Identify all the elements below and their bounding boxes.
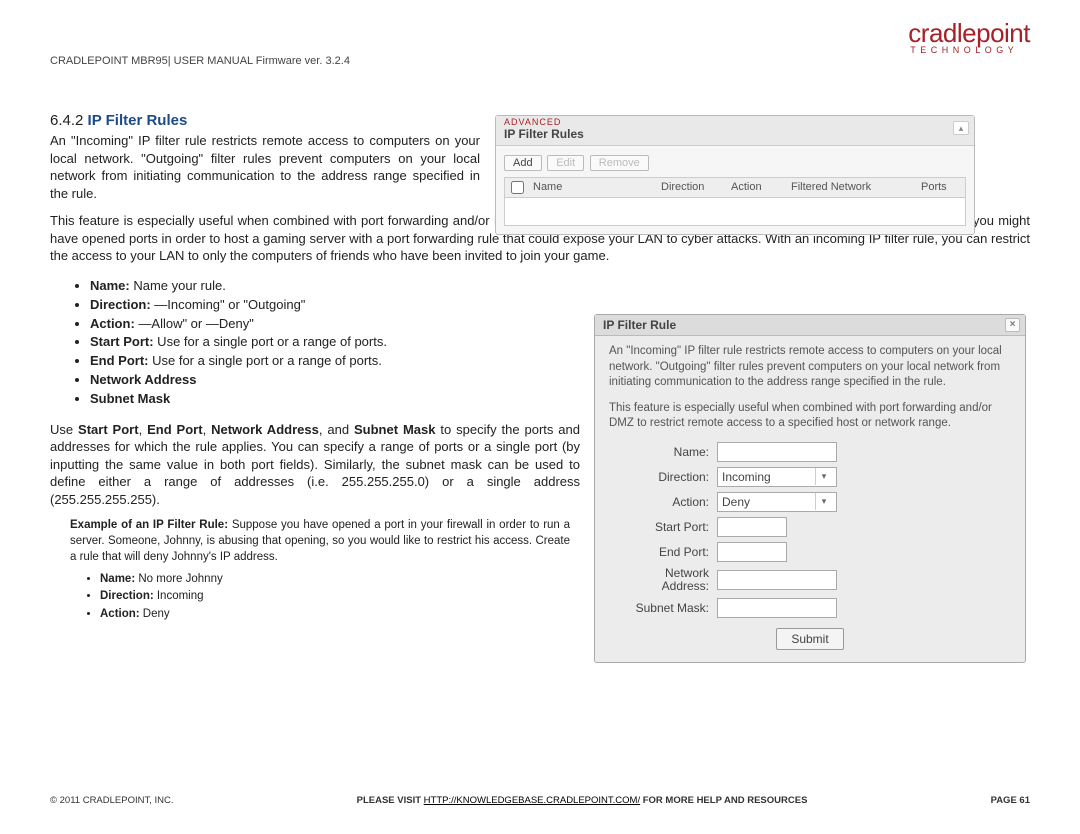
chevron-down-icon: ▾ bbox=[815, 468, 832, 485]
start-port-input[interactable] bbox=[717, 517, 787, 537]
col-name: Name bbox=[527, 178, 655, 197]
form-row-action: Action: Deny ▾ bbox=[609, 492, 1011, 512]
list-item: Name: Name your rule. bbox=[90, 277, 590, 296]
list-item: Start Port: Use for a single port or a r… bbox=[90, 333, 590, 352]
toolbar: Add Edit Remove bbox=[504, 154, 966, 171]
panel-body: Add Edit Remove Name Direction Action Fi… bbox=[496, 146, 974, 234]
action-label: Action: bbox=[609, 495, 709, 509]
remove-button[interactable]: Remove bbox=[590, 155, 649, 171]
direction-label: Direction: bbox=[609, 470, 709, 484]
footer-copyright: © 2011 CRADLEPOINT, INC. bbox=[50, 795, 174, 806]
subnet-mask-input[interactable] bbox=[717, 598, 837, 618]
advanced-label: ADVANCED bbox=[504, 117, 966, 127]
col-direction: Direction bbox=[655, 178, 725, 197]
table-header: Name Direction Action Filtered Network P… bbox=[504, 177, 966, 198]
close-icon[interactable]: × bbox=[1005, 318, 1020, 332]
checkbox-header bbox=[505, 178, 527, 197]
dialog-title: IP Filter Rule bbox=[603, 318, 676, 332]
col-network: Filtered Network bbox=[785, 178, 915, 197]
network-address-input[interactable] bbox=[717, 570, 837, 590]
footer-page-number: PAGE 61 bbox=[991, 795, 1030, 806]
page-footer: © 2011 CRADLEPOINT, INC. PLEASE VISIT HT… bbox=[50, 795, 1030, 806]
end-port-label: End Port: bbox=[609, 545, 709, 559]
list-item: Subnet Mask bbox=[90, 390, 590, 409]
list-item: Direction: ―Incoming" or "Outgoing" bbox=[90, 296, 590, 315]
field-description-list: Name: Name your rule. Direction: ―Incomi… bbox=[90, 277, 590, 409]
example-paragraph: Example of an IP Filter Rule: Suppose yo… bbox=[70, 518, 570, 565]
section-title: IP Filter Rules bbox=[88, 112, 188, 129]
dialog-header: IP Filter Rule × bbox=[595, 315, 1025, 336]
form-row-network-address: NetworkAddress: bbox=[609, 567, 1011, 593]
name-label: Name: bbox=[609, 445, 709, 459]
edit-button[interactable]: Edit bbox=[547, 155, 584, 171]
form-row-start-port: Start Port: bbox=[609, 517, 1011, 537]
start-port-label: Start Port: bbox=[609, 520, 709, 534]
logo-subtext: TECHNOLOGY bbox=[910, 45, 1030, 55]
footer-link[interactable]: HTTP://KNOWLEDGEBASE.CRADLEPOINT.COM/ bbox=[424, 795, 640, 806]
direction-value: Incoming bbox=[722, 470, 771, 484]
add-button[interactable]: Add bbox=[504, 155, 542, 171]
brand-logo: cradlepoint TECHNOLOGY bbox=[908, 18, 1030, 55]
collapse-button[interactable]: ▴ bbox=[953, 121, 969, 135]
list-item: Network Address bbox=[90, 371, 590, 390]
direction-select[interactable]: Incoming ▾ bbox=[717, 467, 837, 487]
action-select[interactable]: Deny ▾ bbox=[717, 492, 837, 512]
dialog-help-2: This feature is especially useful when c… bbox=[609, 401, 1011, 432]
table-body-empty bbox=[504, 198, 966, 226]
intro-paragraph-1: An "Incoming" IP filter rule restricts r… bbox=[50, 132, 480, 202]
network-address-label: NetworkAddress: bbox=[609, 567, 709, 593]
end-port-input[interactable] bbox=[717, 542, 787, 562]
name-input[interactable] bbox=[717, 442, 837, 462]
submit-row: Submit bbox=[609, 628, 1011, 650]
form-row-end-port: End Port: bbox=[609, 542, 1011, 562]
subnet-mask-label: Subnet Mask: bbox=[609, 601, 709, 615]
list-item: Action: ―Allow" or ―Deny" bbox=[90, 315, 590, 334]
chevron-down-icon: ▾ bbox=[815, 493, 832, 510]
usage-paragraph: Use Start Port, End Port, Network Addres… bbox=[50, 421, 580, 509]
ip-filter-rule-dialog: IP Filter Rule × An "Incoming" IP filter… bbox=[594, 314, 1026, 663]
form-row-subnet-mask: Subnet Mask: bbox=[609, 598, 1011, 618]
panel-header: ADVANCED IP Filter Rules ▴ bbox=[496, 116, 974, 146]
dialog-body: An "Incoming" IP filter rule restricts r… bbox=[595, 336, 1025, 662]
document-header-line: CRADLEPOINT MBR95| USER MANUAL Firmware … bbox=[50, 55, 1030, 67]
panel-title: IP Filter Rules bbox=[504, 127, 966, 141]
col-action: Action bbox=[725, 178, 785, 197]
submit-button[interactable]: Submit bbox=[776, 628, 843, 650]
footer-center: PLEASE VISIT HTTP://KNOWLEDGEBASE.CRADLE… bbox=[174, 795, 991, 806]
col-ports: Ports bbox=[915, 178, 965, 197]
dialog-help-1: An "Incoming" IP filter rule restricts r… bbox=[609, 344, 1011, 391]
list-item: End Port: Use for a single port or a ran… bbox=[90, 352, 590, 371]
section-number: 6.4.2 bbox=[50, 112, 83, 129]
ip-filter-rules-panel: ADVANCED IP Filter Rules ▴ Add Edit Remo… bbox=[495, 115, 975, 235]
form-row-name: Name: bbox=[609, 442, 1011, 462]
action-value: Deny bbox=[722, 495, 750, 509]
form-row-direction: Direction: Incoming ▾ bbox=[609, 467, 1011, 487]
select-all-checkbox[interactable] bbox=[511, 181, 524, 194]
